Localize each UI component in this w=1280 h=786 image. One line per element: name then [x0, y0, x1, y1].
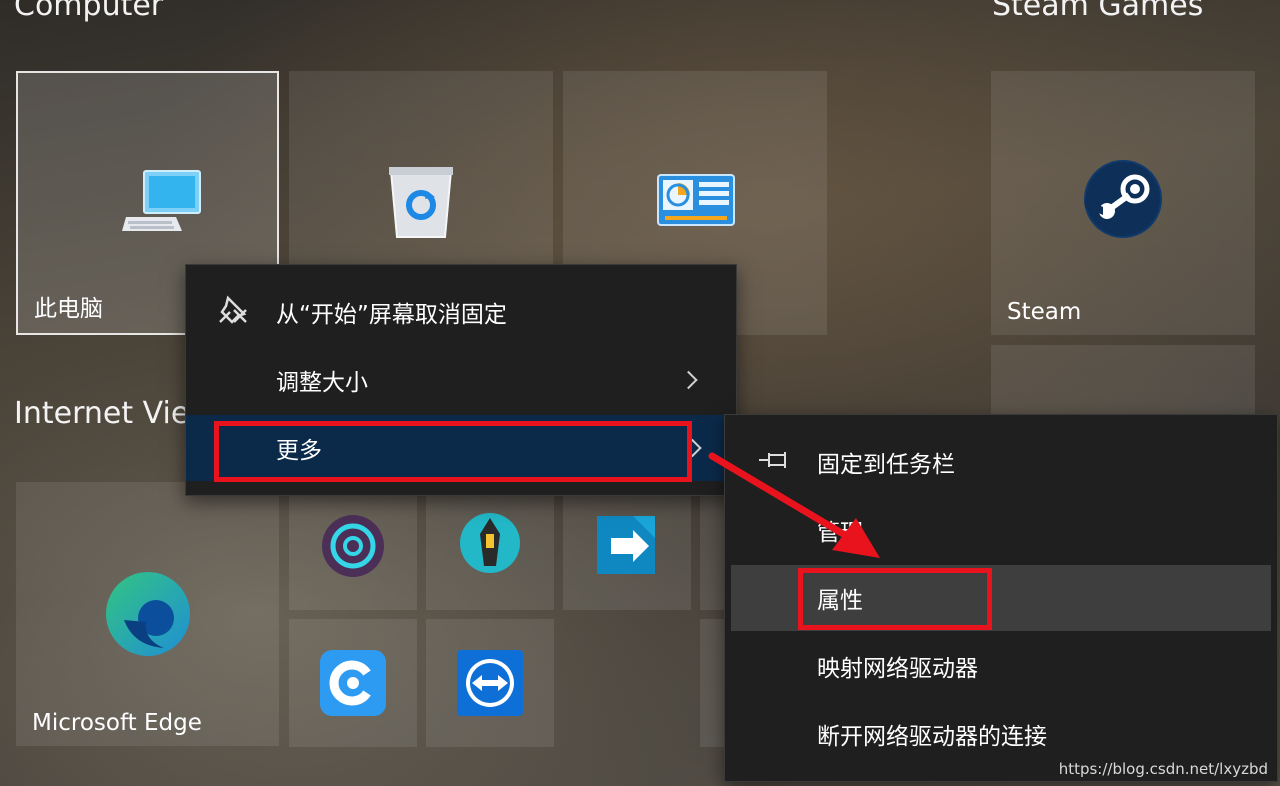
menu-item-unpin-from-start[interactable]: 从“开始”屏幕取消固定	[186, 279, 736, 345]
menu-item-label: 映射网络驱动器	[817, 656, 978, 682]
menu-item-resize[interactable]: 调整大小	[186, 347, 736, 413]
tile-app-5[interactable]	[289, 619, 417, 747]
tile-app-6-partial[interactable]	[700, 619, 726, 747]
chevron-right-icon	[679, 370, 698, 390]
menu-item-label: 断开网络驱动器的连接	[817, 724, 1047, 750]
tile-unlabeled[interactable]	[991, 345, 1255, 415]
annotation-highlight-properties	[798, 568, 992, 630]
computer-icon	[122, 165, 206, 239]
watermark: https://blog.csdn.net/lxyzbd	[1058, 760, 1268, 778]
cyan-ring-app-icon	[321, 514, 385, 582]
menu-item-label: 从“开始”屏幕取消固定	[276, 302, 507, 328]
tile-microsoft-edge[interactable]: Microsoft Edge	[16, 482, 279, 746]
menu-item-label: 调整大小	[276, 370, 368, 396]
lighthouse-app-icon	[460, 512, 520, 578]
control-panel-icon	[657, 174, 735, 230]
tile-label-this-pc: 此电脑	[34, 296, 103, 322]
menu-item-disconnect-network-drive[interactable]: 断开网络驱动器的连接	[725, 701, 1277, 767]
recycle-bin-icon	[385, 163, 457, 243]
tile-label-steam: Steam	[1007, 299, 1082, 325]
menu-item-map-network-drive[interactable]: 映射网络驱动器	[725, 633, 1277, 699]
annotation-arrow-icon	[708, 452, 880, 558]
remote-desktop-app-icon	[593, 512, 661, 582]
group-title-internet: Internet Vie	[14, 396, 190, 431]
unpin-icon	[214, 292, 252, 332]
c-shaped-app-icon	[319, 649, 387, 721]
tile-app-1[interactable]	[289, 482, 417, 610]
teamviewer-icon	[456, 649, 524, 721]
tile-app-2[interactable]	[426, 482, 554, 610]
tile-app-3[interactable]	[563, 482, 691, 610]
group-title-steam-games: Steam Games	[992, 0, 1204, 23]
tile-teamviewer[interactable]	[426, 619, 554, 747]
edge-icon	[104, 570, 192, 662]
group-title-computer: Computer	[14, 0, 164, 23]
steam-icon	[1083, 159, 1163, 243]
tile-label-microsoft-edge: Microsoft Edge	[32, 710, 202, 736]
annotation-highlight-more	[214, 421, 692, 482]
tile-steam[interactable]: Steam	[991, 71, 1255, 335]
